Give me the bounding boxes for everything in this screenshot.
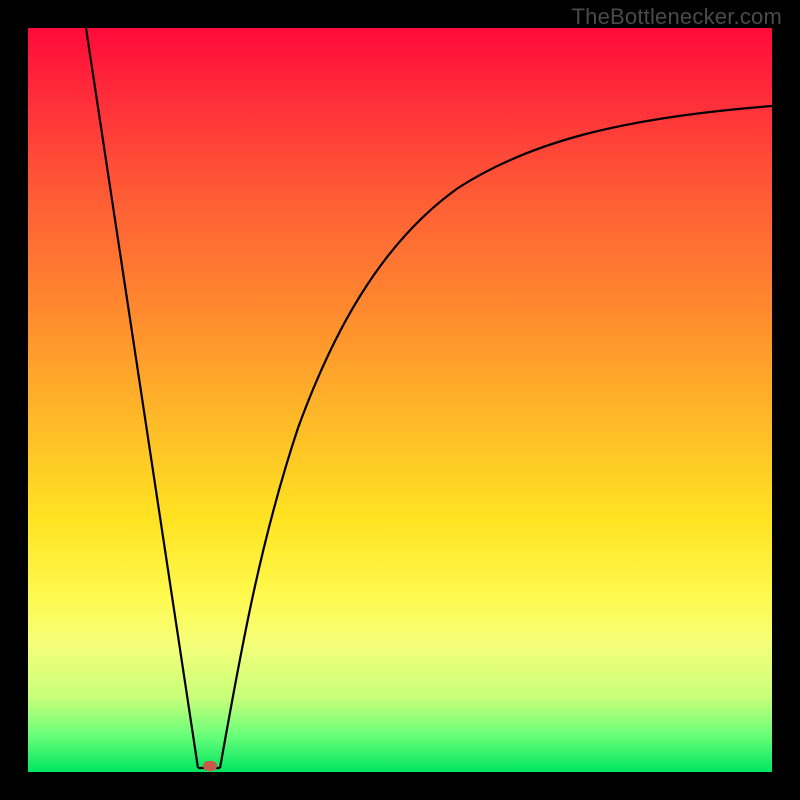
optimal-point-marker — [203, 761, 217, 771]
chart-frame: TheBottlenecker.com — [0, 0, 800, 800]
plot-area — [28, 28, 772, 772]
curve-right-segment — [220, 106, 772, 768]
attribution-label: TheBottlenecker.com — [572, 4, 782, 30]
curve-left-segment — [86, 28, 198, 768]
bottleneck-curve — [28, 28, 772, 772]
